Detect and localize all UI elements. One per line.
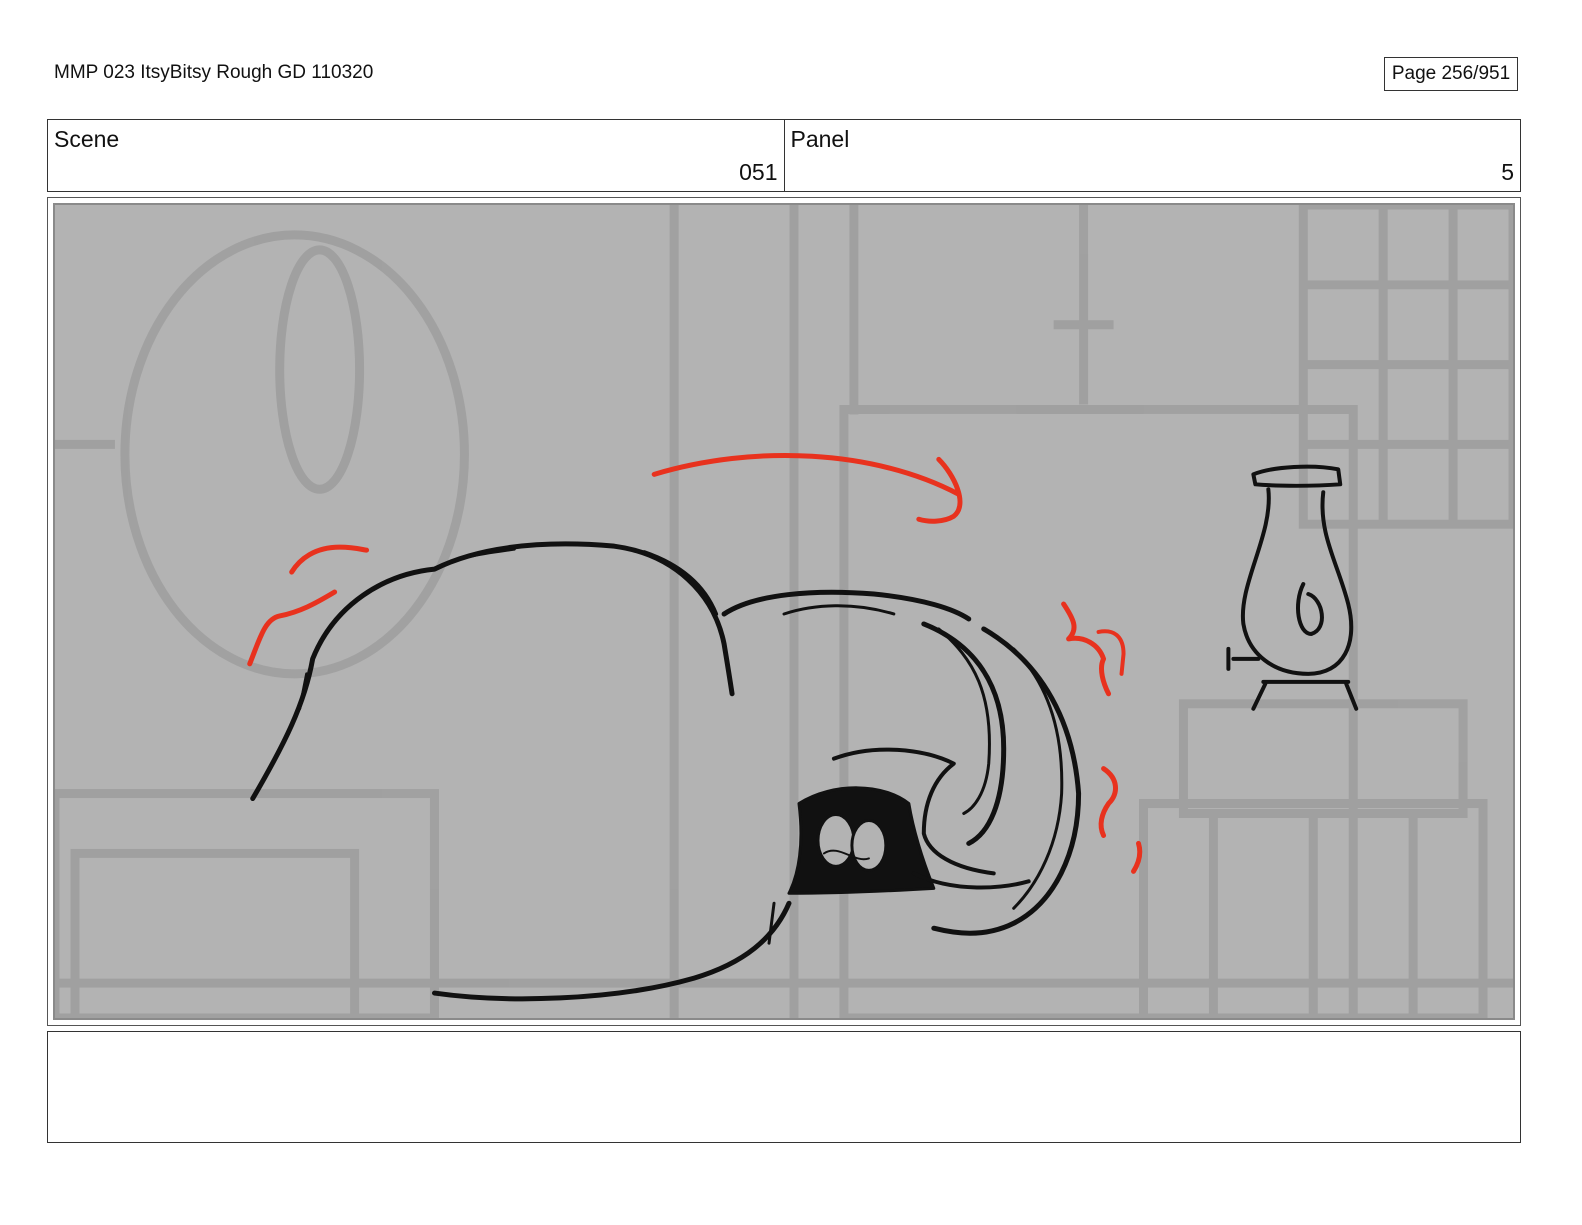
- scene-number: 051: [739, 159, 778, 185]
- motion-effect-marks: [247, 453, 1143, 874]
- shake-mark-left-top: [289, 544, 370, 575]
- scene-cell: Scene 051: [48, 120, 784, 191]
- shake-mark-right-top: [1061, 601, 1112, 697]
- storyboard-frame: [47, 197, 1521, 1026]
- panel-notes-box: [47, 1031, 1521, 1143]
- right-crate-top: [1178, 699, 1468, 818]
- lamp-glass: [1240, 487, 1354, 676]
- creature-eye-left: [816, 813, 856, 868]
- motion-arc-arrow: [651, 453, 962, 497]
- background-layout: [55, 205, 1513, 1018]
- panel-label: Panel: [790, 126, 850, 152]
- lamp-cap: [1251, 464, 1343, 488]
- page-number-box: Page 256/951: [1384, 57, 1518, 91]
- creature-eye-right: [850, 818, 888, 872]
- shake-mark-right-bottom: [1098, 766, 1118, 838]
- panel-cell: Panel 5: [783, 120, 1521, 191]
- scene-label: Scene: [54, 126, 120, 152]
- shake-mark-left-bottom: [247, 589, 338, 667]
- storyboard-panel-image: [53, 203, 1515, 1020]
- back-wall-panel: [839, 405, 1358, 1018]
- left-cabinet-inner: [70, 848, 360, 1018]
- document-title: MMP 023 ItsyBitsy Rough GD 110320: [54, 62, 374, 83]
- panel-number: 5: [1501, 159, 1514, 185]
- creature-sketch: [250, 541, 1082, 1002]
- oil-lamp-sketch: [1226, 464, 1359, 711]
- sketch-drawing: [55, 205, 1513, 1018]
- lamp-flame: [1296, 582, 1324, 636]
- round-window-inner: [275, 245, 365, 494]
- scene-panel-info-row: Scene 051 Panel 5: [47, 119, 1521, 192]
